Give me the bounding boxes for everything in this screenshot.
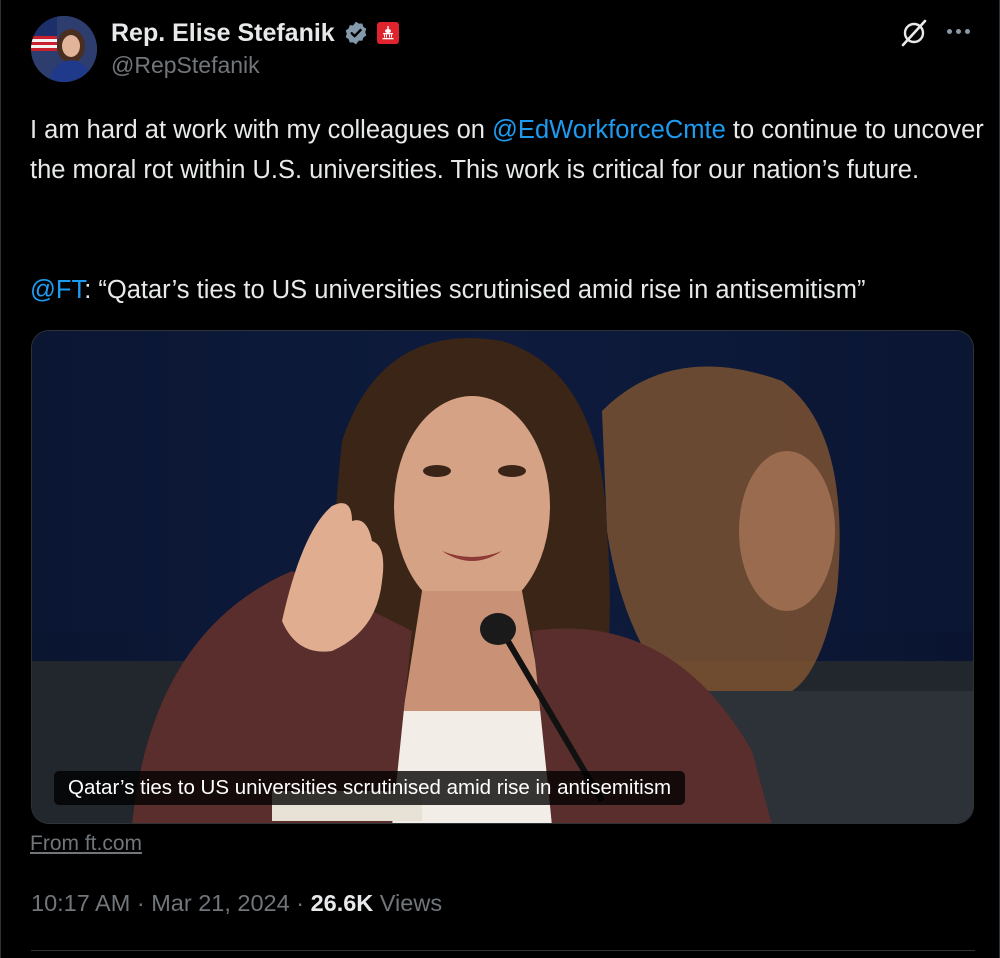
capitol-badge-icon[interactable] — [376, 22, 399, 44]
more-icon[interactable] — [947, 26, 975, 36]
card-source-link[interactable]: From ft.com — [30, 832, 142, 856]
tweet-container: Rep. Elise Stefanik @RepStefanik I am ha… — [0, 0, 1000, 958]
views-label[interactable]: Views — [373, 890, 442, 916]
link-card[interactable]: Qatar’s ties to US universities scrutini… — [31, 330, 974, 824]
quoted-headline: @FT: “Qatar’s ties to US universities sc… — [30, 270, 866, 310]
verified-badge-icon[interactable] — [343, 20, 369, 46]
quoted-headline-text: : “Qatar’s ties to US universities scrut… — [84, 276, 866, 304]
author-name-row: Rep. Elise Stefanik — [111, 17, 399, 49]
author-handle[interactable]: @RepStefanik — [111, 52, 260, 79]
tweet-meta: 10:17 AM · Mar 21, 2024 · 26.6K Views — [31, 890, 442, 917]
card-image — [32, 331, 973, 823]
views-count[interactable]: 26.6K — [311, 890, 374, 916]
avatar-image — [31, 16, 97, 82]
tweet-text: I am hard at work with my colleagues on … — [30, 110, 985, 190]
tweet-text-segment: I am hard at work with my colleagues on — [30, 116, 493, 144]
tweet-date[interactable]: Mar 21, 2024 — [151, 890, 289, 916]
tweet-time[interactable]: 10:17 AM — [31, 890, 130, 916]
divider — [31, 950, 975, 951]
avatar[interactable] — [31, 16, 97, 82]
mention-link[interactable]: @FT — [30, 276, 84, 304]
meta-separator: · — [289, 890, 311, 916]
card-caption: Qatar’s ties to US universities scrutini… — [54, 771, 686, 805]
grok-icon[interactable] — [899, 18, 929, 48]
meta-separator: · — [130, 890, 152, 916]
author-name[interactable]: Rep. Elise Stefanik — [111, 19, 335, 48]
mention-link[interactable]: @EdWorkforceCmte — [492, 116, 726, 144]
